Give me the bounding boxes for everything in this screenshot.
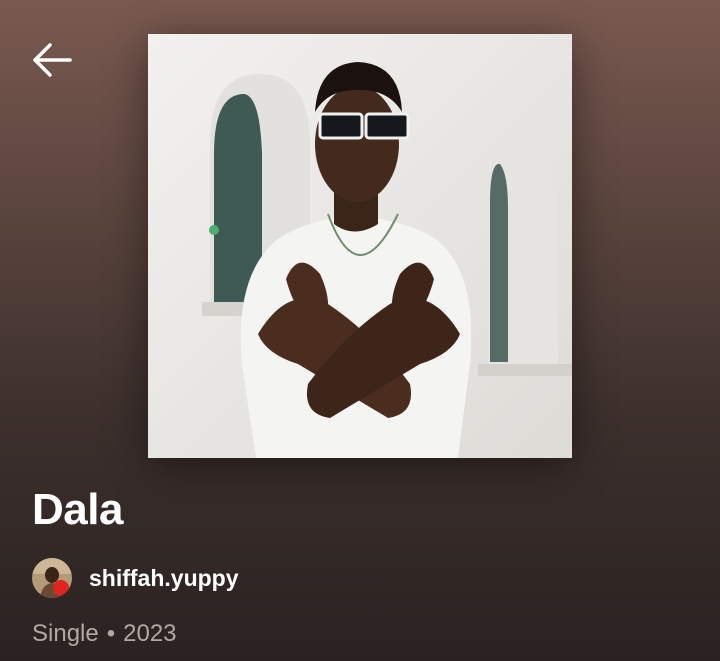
release-type: Single	[32, 620, 99, 647]
album-cover	[148, 34, 572, 458]
artist-name: shiffah.yuppy	[89, 564, 239, 591]
artist-link[interactable]: shiffah.yuppy	[32, 558, 239, 598]
release-year: 2023	[123, 620, 177, 647]
meta-separator: •	[106, 620, 116, 647]
album-cover-photo-icon	[148, 34, 572, 458]
release-meta: Single • 2023	[32, 620, 177, 648]
back-button[interactable]	[28, 36, 76, 84]
arrow-left-icon	[33, 43, 72, 77]
artist-avatar-photo-icon	[32, 558, 72, 598]
artist-avatar	[32, 558, 72, 598]
release-title: Dala	[32, 485, 123, 534]
